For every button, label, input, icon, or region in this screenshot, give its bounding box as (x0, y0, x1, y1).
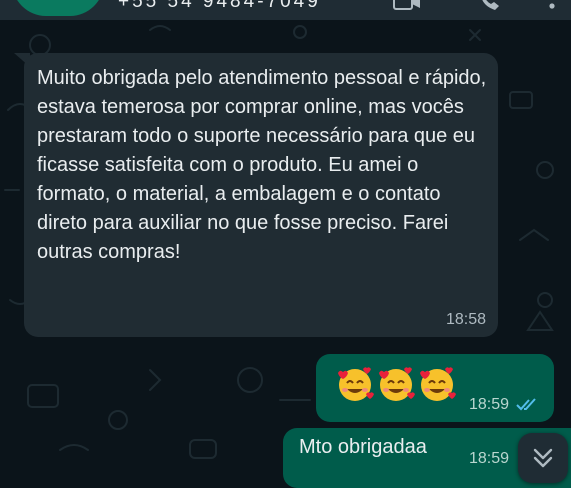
menu-icon[interactable] (548, 0, 556, 19)
outgoing-emoji-bubble[interactable]: 18:59 (316, 354, 554, 422)
message-timestamp: 18:58 (445, 311, 486, 328)
chat-header: *** +55 54 9484-7049 (0, 0, 571, 20)
message-timestamp: 18:59 (469, 396, 510, 413)
contact-name[interactable]: +55 54 9484-7049 (118, 0, 321, 13)
double-chevron-down-icon (533, 448, 553, 468)
message-text: Muito obrigada pelo atendimento pessoal … (37, 67, 487, 263)
avatar[interactable]: *** (12, 0, 104, 16)
smiling-face-with-hearts-icon (338, 367, 374, 401)
smiling-face-with-hearts-icon (379, 367, 415, 401)
call-icon[interactable] (478, 0, 504, 19)
message-timestamp: 18:59 (469, 450, 510, 467)
message-text: Mto obrigadaa (299, 436, 427, 458)
incoming-message-bubble[interactable]: Muito obrigada pelo atendimento pessoal … (24, 53, 498, 337)
smiling-face-with-hearts-icon (420, 367, 456, 401)
double-check-icon (516, 398, 538, 417)
scroll-to-bottom-button[interactable] (518, 433, 568, 483)
video-call-icon[interactable] (393, 0, 421, 19)
